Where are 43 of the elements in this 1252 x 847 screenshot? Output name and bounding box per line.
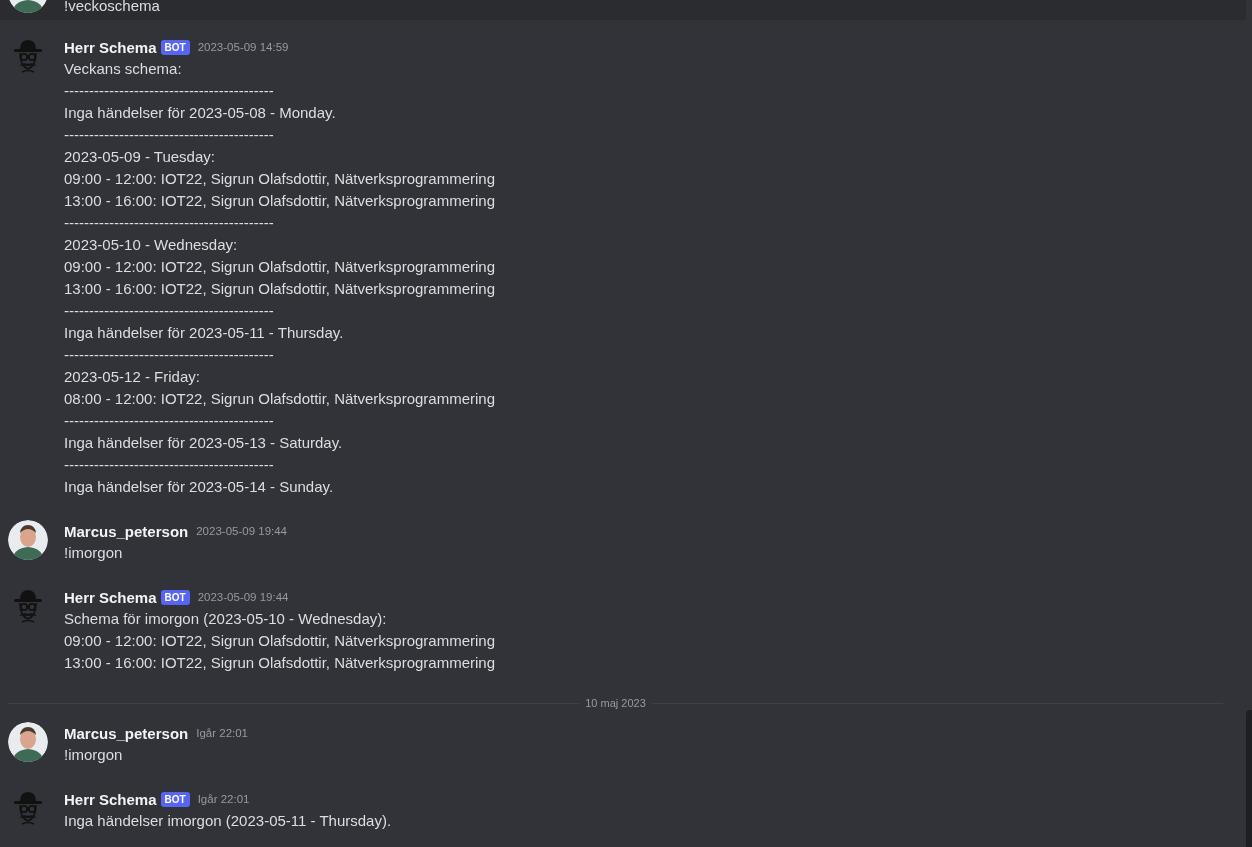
message-text: Veckans schema: xyxy=(64,59,183,79)
message-text: !imorgon xyxy=(64,745,124,765)
message-text: !veckoschema xyxy=(64,0,160,16)
message-text: 09:00 - 12:00: IOT22, Sigrun Olafsdottir, Nätverksprogrammering xyxy=(64,169,496,189)
timestamp: Igår 22:01 xyxy=(196,727,248,739)
message-text: !imorgon xyxy=(64,543,124,563)
message-text: ------------------------------------------ xyxy=(64,125,275,145)
message-text: 13:00 - 16:00: IOT22, Sigrun Olafsdottir, Nätverksprogrammering xyxy=(64,191,496,211)
avatar[interactable] xyxy=(8,520,48,560)
message-text: ------------------------------------------ xyxy=(64,301,275,321)
timestamp: 2023-05-09 19:44 xyxy=(196,525,288,537)
message-text: 2023-05-10 - Wednesday: xyxy=(64,235,239,255)
avatar[interactable] xyxy=(8,722,48,762)
message-text: 13:00 - 16:00: IOT22, Sigrun Olafsdottir, Nätverksprogrammering xyxy=(64,279,496,299)
message-text: ------------------------------------------ xyxy=(64,213,275,233)
message-text: 2023-05-09 - Tuesday: xyxy=(64,147,216,167)
timestamp: 2023-05-09 19:44 xyxy=(197,591,289,603)
message-text: 09:00 - 12:00: IOT22, Sigrun Olafsdottir, Nätverksprogrammering xyxy=(64,257,496,277)
message-text: ------------------------------------------ xyxy=(64,81,275,101)
message-text: ------------------------------------------ xyxy=(64,345,275,365)
message-text: 2023-05-12 - Friday: xyxy=(64,367,201,387)
message-text: 08:00 - 12:00: IOT22, Sigrun Olafsdottir, Nätverksprogrammering xyxy=(64,389,496,409)
message-text: Inga händelser för 2023-05-13 - Saturday. xyxy=(64,433,344,453)
message-text: ------------------------------------------ xyxy=(64,411,275,431)
bot-badge: BOT xyxy=(160,791,190,807)
username[interactable]: Herr Schema xyxy=(64,790,157,808)
message-text: Inga händelser för 2023-05-11 - Thursday. xyxy=(64,323,345,343)
timestamp: 2023-05-09 14:59 xyxy=(197,41,289,53)
message-text: 09:00 - 12:00: IOT22, Sigrun Olafsdottir, Nätverksprogrammering xyxy=(64,631,496,651)
username[interactable]: Marcus_peterson xyxy=(64,724,189,742)
bot-badge: BOT xyxy=(160,39,190,55)
message-text: ------------------------------------------ xyxy=(64,455,275,475)
message-text: Inga händelser imorgon (2023-05-11 - Thursday). xyxy=(64,811,392,831)
username[interactable]: Herr Schema xyxy=(64,588,157,606)
message-text: Inga händelser för 2023-05-14 - Sunday. xyxy=(64,477,335,497)
bot-badge: BOT xyxy=(160,589,190,605)
message-text: Inga händelser för 2023-05-08 - Monday. xyxy=(64,103,337,123)
timestamp: Igår 22:01 xyxy=(197,793,250,805)
message-row[interactable]: !veckoschema xyxy=(0,0,1246,20)
username[interactable]: Marcus_peterson xyxy=(64,522,189,540)
message-text: 13:00 - 16:00: IOT22, Sigrun Olafsdottir, Nätverksprogrammering xyxy=(64,653,496,673)
username[interactable]: Herr Schema xyxy=(64,38,157,56)
message-text: Schema för imorgon (2023-05-10 - Wednesday): xyxy=(64,609,388,629)
